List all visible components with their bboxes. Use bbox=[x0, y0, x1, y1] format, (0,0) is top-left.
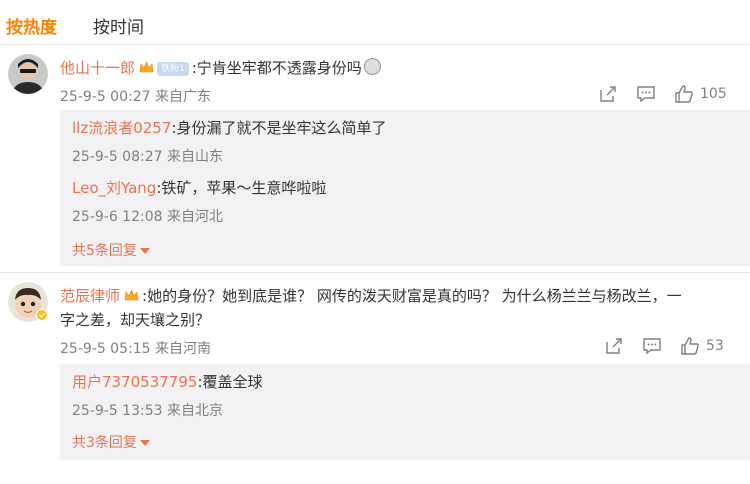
avatar[interactable] bbox=[8, 54, 48, 94]
reply-meta: 25-9-5 08:27 来自山东 bbox=[72, 146, 223, 166]
share-button[interactable] bbox=[604, 336, 624, 356]
comment-2-text-line-2: 字之差，却天壤之别？ bbox=[60, 310, 210, 330]
comment-divider bbox=[0, 272, 750, 273]
share-button[interactable] bbox=[598, 84, 618, 104]
comment-button[interactable] bbox=[636, 84, 656, 104]
reply-text: :铁矿，苹果～生意哗啦啦 bbox=[156, 179, 327, 197]
verified-icon bbox=[36, 309, 48, 321]
crown-icon bbox=[139, 61, 154, 73]
reply-text-line: 用户7370537795:覆盖全球 bbox=[72, 372, 263, 392]
comment-icon bbox=[637, 86, 655, 103]
reply-time: 25-9-6 12:08 bbox=[72, 209, 163, 225]
reply-text: :覆盖全球 bbox=[197, 373, 263, 391]
thumbs-up-icon bbox=[681, 337, 699, 355]
comment-button[interactable] bbox=[642, 336, 662, 356]
tab-time[interactable]: 按时间 bbox=[93, 13, 144, 38]
chevron-down-icon bbox=[139, 440, 150, 446]
comment-location: 来自河南 bbox=[154, 341, 211, 357]
comment-time: 25-9-5 05:15 bbox=[60, 341, 151, 357]
like-button[interactable]: 53 bbox=[680, 336, 724, 356]
more-replies-label: 共5条回复 bbox=[72, 243, 137, 259]
like-count: 105 bbox=[700, 86, 727, 102]
thumbs-up-icon bbox=[675, 85, 693, 103]
comment-meta: 25-9-5 00:27 来自广东 bbox=[60, 86, 211, 106]
reply-text-line: Leo_刘Yang:铁矿，苹果～生意哗啦啦 bbox=[72, 178, 326, 198]
like-count: 53 bbox=[706, 338, 724, 354]
reply-time: 25-9-5 13:53 bbox=[72, 403, 163, 419]
crown-icon bbox=[124, 289, 139, 301]
share-icon bbox=[600, 86, 616, 102]
reply-text: :身份漏了就不是坐牢这么简单了 bbox=[171, 119, 387, 137]
reply-meta: 25-9-5 13:53 来自北京 bbox=[72, 400, 223, 420]
comment-username[interactable]: 范辰律师 bbox=[60, 287, 120, 305]
comment-meta: 25-9-5 05:15 来自河南 bbox=[60, 338, 211, 358]
comment-actions: 105 bbox=[598, 84, 727, 104]
reply-location: 来自北京 bbox=[166, 403, 223, 419]
tab-hot[interactable]: 按热度 bbox=[6, 13, 57, 38]
like-button[interactable]: 105 bbox=[674, 84, 727, 104]
reply-time: 25-9-5 08:27 bbox=[72, 149, 163, 165]
comment-2-text-line-1: 范辰律师 :她的身份？她到底是谁？ 网传的泼天财富是真的吗？ 为什么杨兰兰与杨改兰… bbox=[60, 286, 682, 306]
comment-1-text-line: 他山十一郎 铁粉1:宁肯坐牢都不透露身份吗 bbox=[60, 58, 381, 78]
reply-location: 来自山东 bbox=[166, 149, 223, 165]
reply-location: 来自河北 bbox=[166, 209, 223, 225]
comment-icon bbox=[643, 338, 661, 355]
comment-text: :她的身份？她到底是谁？ 网传的泼天财富是真的吗？ 为什么杨兰兰与杨改兰，一 bbox=[142, 287, 682, 305]
comment-time: 25-9-5 00:27 bbox=[60, 89, 151, 105]
reply-username[interactable]: Leo_刘Yang bbox=[72, 179, 156, 197]
comment-username[interactable]: 他山十一郎 bbox=[60, 59, 135, 77]
reply-username[interactable]: 用户7370537795 bbox=[72, 373, 197, 391]
fan-badge: 铁粉1 bbox=[157, 62, 189, 76]
comment-actions: 53 bbox=[604, 336, 724, 356]
share-icon bbox=[606, 338, 622, 354]
more-replies-link[interactable]: 共3条回复 bbox=[72, 432, 150, 452]
comment-text-continued: 字之差，却天壤之别？ bbox=[60, 311, 211, 329]
more-replies-link[interactable]: 共5条回复 bbox=[72, 240, 150, 260]
chevron-down-icon bbox=[139, 248, 150, 254]
reply-text-line: llz流浪者0257:身份漏了就不是坐牢这么简单了 bbox=[72, 118, 386, 138]
emoji-icon bbox=[363, 58, 381, 75]
comment-location: 来自广东 bbox=[154, 89, 211, 105]
reply-meta: 25-9-6 12:08 来自河北 bbox=[72, 206, 223, 226]
more-replies-label: 共3条回复 bbox=[72, 435, 137, 451]
tabs-divider bbox=[0, 44, 750, 45]
reply-username[interactable]: llz流浪者0257 bbox=[72, 119, 171, 137]
sort-tabs: 按热度 按时间 bbox=[6, 10, 180, 40]
comment-text: :宁肯坐牢都不透露身份吗 bbox=[191, 59, 362, 77]
